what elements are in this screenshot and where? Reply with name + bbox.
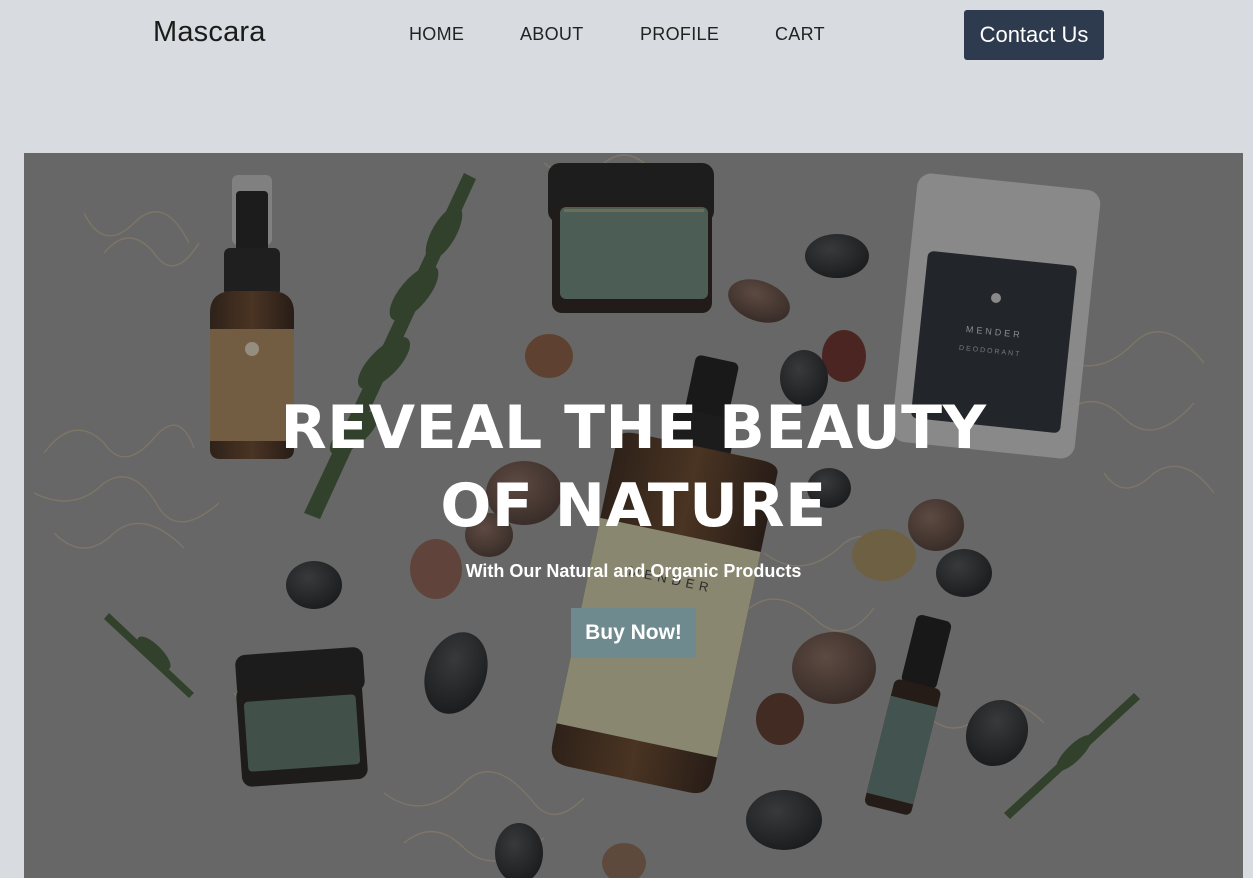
- nav-link-home[interactable]: HOME: [409, 24, 464, 45]
- contact-us-button[interactable]: Contact Us: [964, 10, 1104, 60]
- hero-subtitle: With Our Natural and Organic Products: [465, 561, 802, 581]
- nav-link-profile[interactable]: PROFILE: [640, 24, 719, 45]
- hero-title-line-1: REVEAL THE BEAUTY: [280, 393, 987, 463]
- buy-now-button[interactable]: Buy Now!: [571, 608, 696, 658]
- hero-title: REVEAL THE BEAUTY OF NATURE: [24, 389, 1243, 545]
- top-navigation-bar: Mascara HOME ABOUT PROFILE CART Contact …: [0, 0, 1253, 70]
- nav-link-cart[interactable]: CART: [775, 24, 825, 45]
- nav-link-about[interactable]: ABOUT: [520, 24, 584, 45]
- brand-logo[interactable]: Mascara: [153, 16, 266, 49]
- hero-title-line-2: OF NATURE: [440, 471, 827, 541]
- hero-banner: MENDER DEODORANT MENDER REVEAL THE BEAUT…: [24, 153, 1243, 878]
